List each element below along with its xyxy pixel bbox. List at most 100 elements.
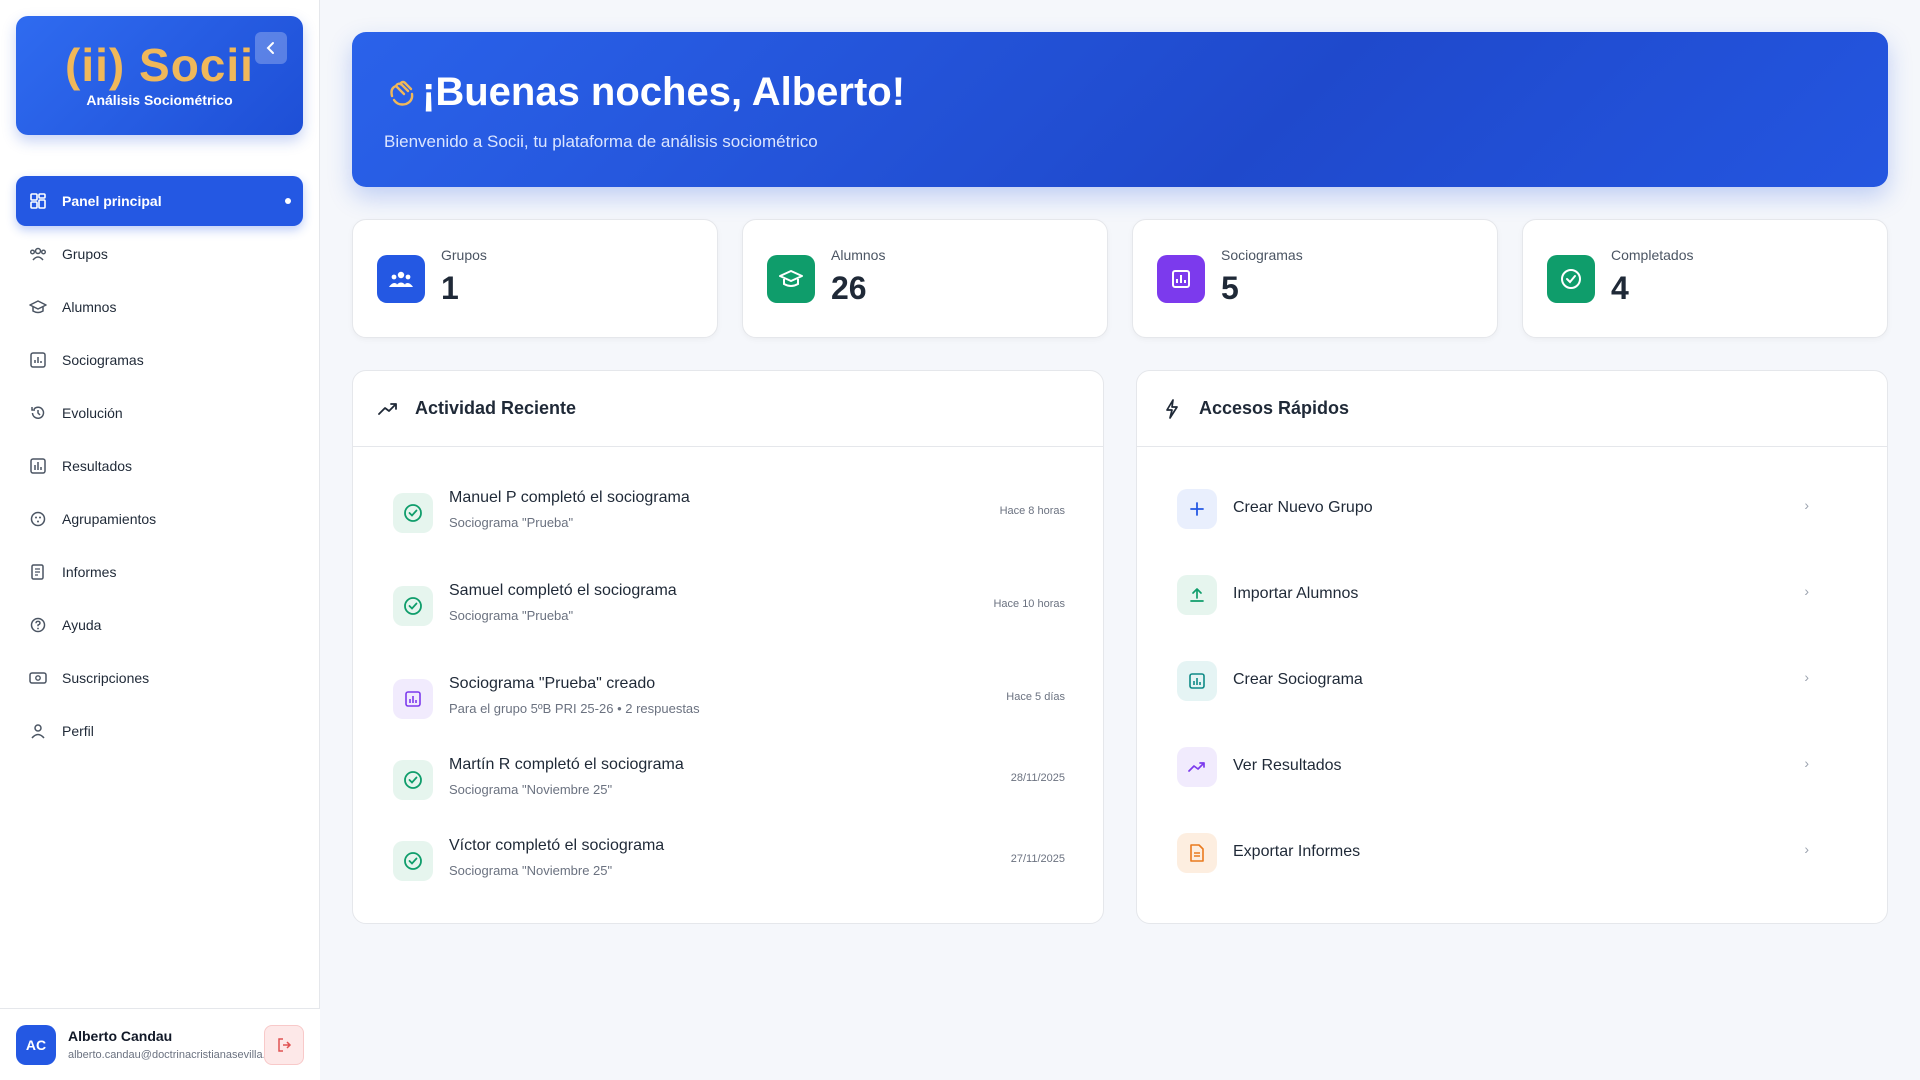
stat-label: Completados [1611, 247, 1694, 263]
users-icon [28, 244, 48, 264]
sidebar-item-label: Resultados [62, 458, 133, 474]
stat-label: Grupos [441, 247, 487, 263]
sidebar-item-label: Perfil [62, 723, 94, 739]
dashboard-icon [28, 191, 48, 211]
sidebar-item-suscripciones[interactable]: Suscripciones [16, 653, 303, 703]
sidebar-item-label: Ayuda [62, 617, 102, 633]
logout-button[interactable] [264, 1025, 304, 1065]
graduation-cap-icon [28, 297, 48, 317]
stat-label: Alumnos [831, 247, 886, 263]
sidebar-item-sociogramas[interactable]: Sociogramas [16, 335, 303, 385]
quick-action-import-students[interactable]: Importar Alumnos › [1177, 573, 1849, 617]
sidebar-item-alumnos[interactable]: Alumnos [16, 282, 303, 332]
sidebar-item-label: Panel principal [62, 193, 162, 209]
welcome-title-text: ¡Buenas noches, Alberto! [422, 70, 906, 114]
collapse-sidebar-button[interactable] [255, 32, 287, 64]
file-icon [1177, 833, 1217, 873]
sidebar: (ii) Socii Análisis Sociométrico Panel p… [0, 0, 320, 1080]
stat-value: 4 [1611, 270, 1629, 306]
quick-action-create-group[interactable]: Crear Nuevo Grupo › [1177, 487, 1849, 531]
activity-item[interactable]: Víctor completó el sociograma Sociograma… [393, 831, 1065, 891]
user-name: Alberto Candau [68, 1028, 173, 1044]
chart-icon [28, 350, 48, 370]
activity-subtitle: Para el grupo 5ºB PRI 25-26 • 2 respuest… [449, 701, 700, 716]
sidebar-item-label: Grupos [62, 246, 108, 262]
activity-time: 27/11/2025 [1010, 853, 1065, 865]
stat-label: Sociogramas [1221, 247, 1303, 263]
activity-title: Martín R completó el sociograma [449, 756, 684, 773]
trending-up-icon [377, 398, 399, 420]
sidebar-item-label: Alumnos [62, 299, 117, 315]
panel-header: Actividad Reciente [353, 371, 1103, 447]
stat-card-grupos[interactable]: Grupos 1 [352, 219, 718, 338]
bar-chart-icon [28, 456, 48, 476]
history-icon [28, 403, 48, 423]
users-icon [377, 255, 425, 303]
user-email: alberto.candau@doctrinacristianasevilla.… [68, 1049, 264, 1061]
panel-title: Accesos Rápidos [1199, 398, 1350, 418]
sidebar-item-label: Evolución [62, 405, 123, 421]
welcome-title: ¡Buenas noches, Alberto! [384, 70, 905, 115]
stat-value: 26 [831, 270, 867, 306]
chevron-right-icon: › [1804, 583, 1809, 599]
sidebar-item-agrupamientos[interactable]: Agrupamientos [16, 494, 303, 544]
check-circle-icon [393, 841, 433, 881]
quick-action-view-results[interactable]: Ver Resultados › [1177, 745, 1849, 789]
stat-card-completados[interactable]: Completados 4 [1522, 219, 1888, 338]
chevron-right-icon: › [1804, 841, 1809, 857]
panel-title: Actividad Reciente [415, 398, 577, 418]
activity-item[interactable]: Sociograma "Prueba" creado Para el grupo… [393, 669, 1065, 729]
activity-title: Manuel P completó el sociograma [449, 489, 690, 506]
activity-time: Hace 10 horas [993, 598, 1065, 610]
stat-card-alumnos[interactable]: Alumnos 26 [742, 219, 1108, 338]
report-icon [28, 562, 48, 582]
activity-item[interactable]: Manuel P completó el sociograma Sociogra… [393, 483, 1065, 543]
quick-action-label: Exportar Informes [1233, 843, 1361, 860]
groups-icon [28, 509, 48, 529]
app-subtitle: Análisis Sociométrico [86, 92, 233, 108]
panel-header: Accesos Rápidos [1137, 371, 1887, 447]
activity-time: 28/11/2025 [1010, 772, 1065, 784]
help-icon [28, 615, 48, 635]
quick-action-export-reports[interactable]: Exportar Informes › [1177, 831, 1849, 875]
check-circle-icon [1547, 255, 1595, 303]
activity-item[interactable]: Martín R completó el sociograma Sociogra… [393, 750, 1065, 810]
welcome-banner: ¡Buenas noches, Alberto! Bienvenido a So… [352, 32, 1888, 187]
waving-hand-icon [390, 80, 414, 106]
trending-up-icon [1177, 747, 1217, 787]
recent-activity-panel: Actividad Reciente Manuel P completó el … [352, 370, 1104, 924]
graduation-cap-icon [767, 255, 815, 303]
chevron-right-icon: › [1804, 669, 1809, 685]
quick-action-label: Importar Alumnos [1233, 585, 1359, 602]
upload-icon [1177, 575, 1217, 615]
check-circle-icon [393, 760, 433, 800]
quick-access-panel: Accesos Rápidos Crear Nuevo Grupo › Impo… [1136, 370, 1888, 924]
sidebar-item-perfil[interactable]: Perfil [16, 706, 303, 756]
sidebar-item-label: Agrupamientos [62, 511, 157, 527]
quick-action-create-sociogram[interactable]: Crear Sociograma › [1177, 659, 1849, 703]
stat-value: 5 [1221, 270, 1239, 306]
chart-icon [1177, 661, 1217, 701]
quick-action-label: Crear Nuevo Grupo [1233, 499, 1373, 516]
user-icon [28, 721, 48, 741]
stat-card-sociogramas[interactable]: Sociogramas 5 [1132, 219, 1498, 338]
activity-subtitle: Sociograma "Prueba" [449, 515, 574, 530]
activity-title: Sociograma "Prueba" creado [449, 675, 656, 692]
sidebar-item-grupos[interactable]: Grupos [16, 229, 303, 279]
avatar[interactable]: AC [16, 1025, 56, 1065]
check-circle-icon [393, 493, 433, 533]
stat-value: 1 [441, 270, 459, 306]
check-circle-icon [393, 586, 433, 626]
sidebar-item-panel-principal[interactable]: Panel principal [16, 176, 303, 226]
sidebar-nav: Panel principal Grupos Alumnos Sociogram… [16, 176, 303, 759]
active-indicator [285, 198, 291, 204]
sidebar-item-label: Suscripciones [62, 670, 150, 686]
activity-time: Hace 5 días [1006, 691, 1065, 703]
subscription-icon [28, 668, 48, 688]
sidebar-item-resultados[interactable]: Resultados [16, 441, 303, 491]
sidebar-item-informes[interactable]: Informes [16, 547, 303, 597]
activity-item[interactable]: Samuel completó el sociograma Sociograma… [393, 576, 1065, 636]
sidebar-item-ayuda[interactable]: Ayuda [16, 600, 303, 650]
sidebar-item-evolucion[interactable]: Evolución [16, 388, 303, 438]
quick-action-label: Ver Resultados [1233, 757, 1342, 774]
